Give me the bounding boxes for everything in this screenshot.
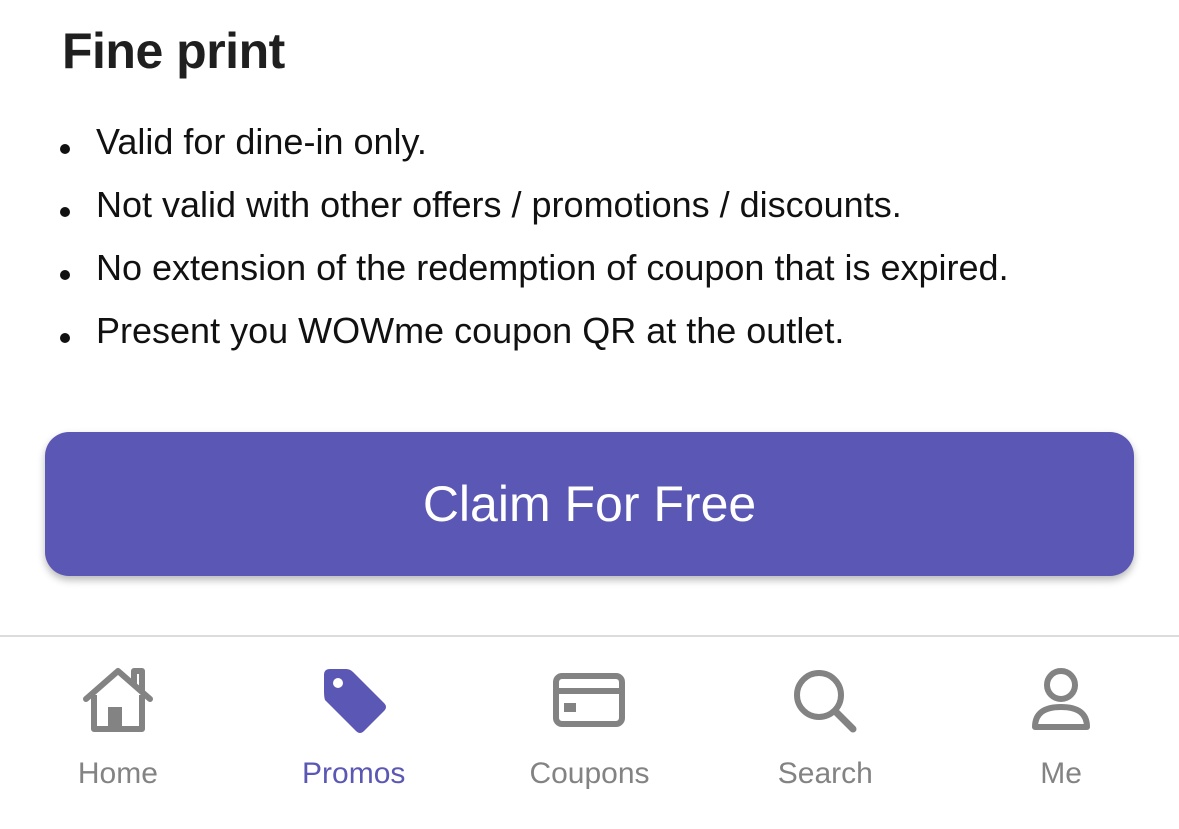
promo-detail-screen: Fine print Valid for dine-in only. Not v… xyxy=(0,0,1179,829)
claim-for-free-button[interactable]: Claim For Free xyxy=(45,432,1134,576)
nav-label-search: Search xyxy=(777,757,873,790)
nav-label-home: Home xyxy=(77,757,158,790)
nav-item-me[interactable]: Me xyxy=(943,637,1179,829)
fine-print-item: Not valid with other offers / promotions… xyxy=(60,173,1009,236)
bottom-navigation-bar: Home Promos Coupons Search Me xyxy=(0,635,1179,829)
nav-label-me: Me xyxy=(1040,757,1082,790)
nav-item-coupons[interactable]: Coupons xyxy=(472,637,708,829)
home-icon xyxy=(78,661,158,741)
bullet-icon xyxy=(60,269,70,280)
fine-print-list: Valid for dine-in only. Not valid with o… xyxy=(60,110,1009,362)
fine-print-item: Present you WOWme coupon QR at the outle… xyxy=(60,299,1009,362)
fine-print-item-text: Valid for dine-in only. xyxy=(96,120,427,162)
fine-print-item: Valid for dine-in only. xyxy=(60,110,1009,173)
nav-label-coupons: Coupons xyxy=(529,757,650,790)
fine-print-item-text: Not valid with other offers / promotions… xyxy=(96,183,902,225)
fine-print-item-text: No extension of the redemption of coupon… xyxy=(96,246,1009,288)
person-icon xyxy=(1021,661,1101,741)
tag-icon xyxy=(314,661,394,741)
bullet-icon xyxy=(60,143,70,154)
fine-print-item-text: Present you WOWme coupon QR at the outle… xyxy=(96,309,845,351)
nav-item-home[interactable]: Home xyxy=(0,637,236,829)
search-icon xyxy=(785,661,865,741)
fine-print-title: Fine print xyxy=(62,23,285,79)
nav-item-promos[interactable]: Promos xyxy=(236,637,472,829)
nav-label-promos: Promos xyxy=(302,757,406,790)
nav-item-search[interactable]: Search xyxy=(707,637,943,829)
bullet-icon xyxy=(60,332,70,343)
card-icon xyxy=(549,661,629,741)
bullet-icon xyxy=(60,206,70,217)
fine-print-item: No extension of the redemption of coupon… xyxy=(60,236,1009,299)
